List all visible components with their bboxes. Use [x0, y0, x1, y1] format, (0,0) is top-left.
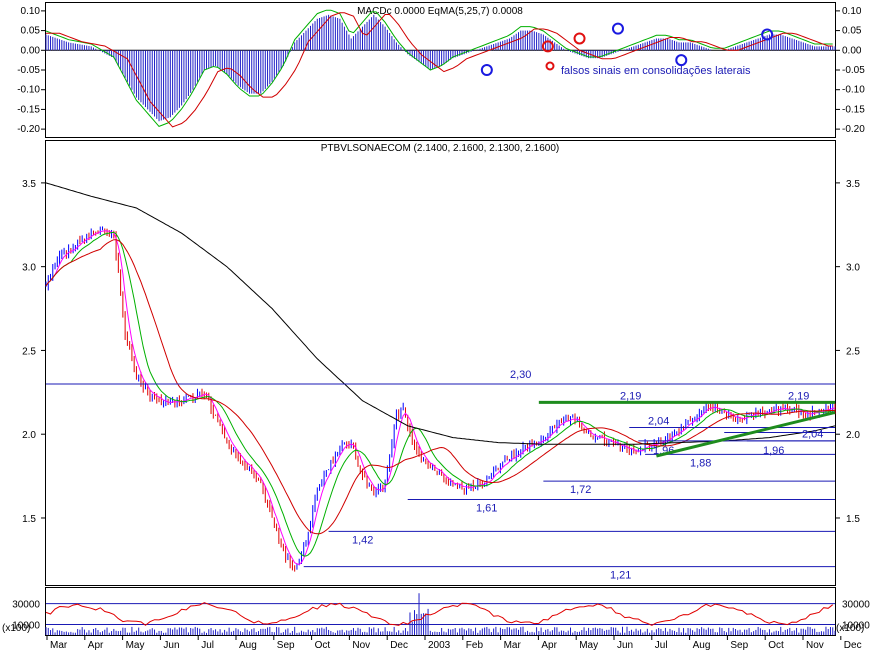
- macd-tick-right: 0.05: [842, 26, 862, 37]
- volume-oscillator: [45, 602, 834, 626]
- macd-tick-right: -0.10: [842, 85, 865, 96]
- price-panel-title: PTBVLSONAECOM (2.1400, 2.1600, 2.1300, 2…: [321, 143, 559, 154]
- moving-average-mid: [45, 231, 836, 557]
- price-tick-right: 3.5: [846, 179, 860, 190]
- volume-scale-label-left: (x100): [2, 623, 30, 634]
- price-tick-right: 2.0: [846, 430, 860, 441]
- moving-average-long: [45, 182, 836, 445]
- x-tick-label: Mar: [50, 640, 68, 651]
- price-tick-right: 1.5: [846, 514, 860, 525]
- level-label: 2,04: [802, 429, 823, 441]
- candlesticks: [45, 226, 836, 572]
- volume-panel-frame: [45, 587, 836, 636]
- x-tick-label: May: [126, 640, 145, 651]
- x-tick-label: Mar: [504, 640, 522, 651]
- price-chart: MACDc 0.0000 EqMA(5,25,7) 0.0008 PTBVLSO…: [2, 2, 870, 651]
- price-tick-right: 2.5: [846, 346, 860, 357]
- x-tick-label: Nov: [352, 640, 370, 651]
- macd-tick-right: 0.00: [842, 45, 862, 56]
- x-tick-label: Oct: [315, 640, 331, 651]
- price-tick-right: 3.0: [846, 263, 860, 274]
- x-tick-label: Feb: [466, 640, 484, 651]
- price-tick-left: 2.0: [22, 430, 36, 441]
- price-tick-left: 3.0: [22, 263, 36, 274]
- annotation-text: falsos sinais em consolidações laterais: [561, 65, 751, 77]
- level-label: 1,21: [610, 570, 631, 582]
- moving-average-fast: [45, 230, 836, 566]
- level-label: 1,42: [352, 534, 373, 546]
- macd-tick-left: 0.05: [21, 26, 41, 37]
- x-tick-label: Aug: [693, 640, 711, 651]
- annotation-marker: [545, 61, 555, 71]
- x-tick-label: 2003: [428, 640, 451, 651]
- x-tick-label: Nov: [806, 640, 824, 651]
- macd-panel-title: MACDc 0.0000 EqMA(5,25,7) 0.0008: [357, 6, 523, 17]
- volume-series: [45, 593, 836, 635]
- level-label: 1,72: [570, 484, 591, 496]
- level-label: 2,30: [510, 369, 531, 381]
- x-tick-label: Jul: [655, 640, 668, 651]
- x-tick-label: Dec: [390, 640, 408, 651]
- price-tick-left: 1.5: [22, 514, 36, 525]
- x-tick-label: Apr: [541, 640, 557, 651]
- price-tick-left: 3.5: [22, 179, 36, 190]
- price-panel-frame: [45, 140, 836, 586]
- volume-tick-right: 30000: [842, 600, 870, 611]
- macd-tick-right: -0.20: [842, 124, 865, 135]
- x-tick-label: Apr: [88, 640, 104, 651]
- level-label: 2,04: [648, 416, 669, 428]
- macd-tick-left: -0.15: [17, 104, 40, 115]
- x-tick-label: Jun: [617, 640, 633, 651]
- x-tick-label: Jul: [201, 640, 214, 651]
- annotation-false-signals: falsos sinais em consolidações laterais: [545, 61, 751, 77]
- macd-signal-marker: [675, 54, 688, 67]
- volume-bars: [45, 593, 836, 635]
- x-tick-label: Sep: [730, 640, 748, 651]
- volume-tick-left: 30000: [12, 600, 40, 611]
- chart-window: MACDc 0.0000 EqMA(5,25,7) 0.0008 PTBVLSO…: [0, 0, 880, 651]
- level-label: 1,61: [476, 503, 497, 515]
- x-tick-label: Jun: [163, 640, 179, 651]
- macd-tick-left: -0.10: [17, 85, 40, 96]
- x-axis: Mar Apr May Jun Jul Aug Sep Oct Nov Dec 2003 Feb Mar…: [46, 636, 862, 651]
- moving-average-slow: [45, 239, 836, 535]
- macd-tick-left: -0.20: [17, 124, 40, 135]
- macd-signal-marker: [611, 22, 624, 35]
- x-tick-label: Sep: [277, 640, 295, 651]
- x-tick-label: May: [579, 640, 598, 651]
- level-label: 1,88: [690, 457, 711, 469]
- level-label: 2,19: [788, 390, 809, 402]
- volume-scale-label-right: (x100): [836, 623, 864, 634]
- macd-tick-left: -0.05: [17, 65, 40, 76]
- macd-tick-left: 0.00: [21, 45, 41, 56]
- price-series: [45, 182, 836, 572]
- macd-signal-marker: [573, 32, 586, 45]
- macd-tick-right: 0.10: [842, 6, 862, 17]
- level-label: 1,96: [763, 445, 784, 457]
- x-tick-label: Aug: [239, 640, 257, 651]
- x-tick-label: Dec: [844, 640, 862, 651]
- level-label: 2,19: [620, 390, 641, 402]
- macd-tick-right: -0.15: [842, 104, 865, 115]
- macd-signal-marker: [480, 64, 493, 76]
- macd-tick-left: 0.10: [21, 6, 41, 17]
- price-tick-left: 2.5: [22, 346, 36, 357]
- macd-tick-right: -0.05: [842, 65, 865, 76]
- x-tick-label: Oct: [768, 640, 784, 651]
